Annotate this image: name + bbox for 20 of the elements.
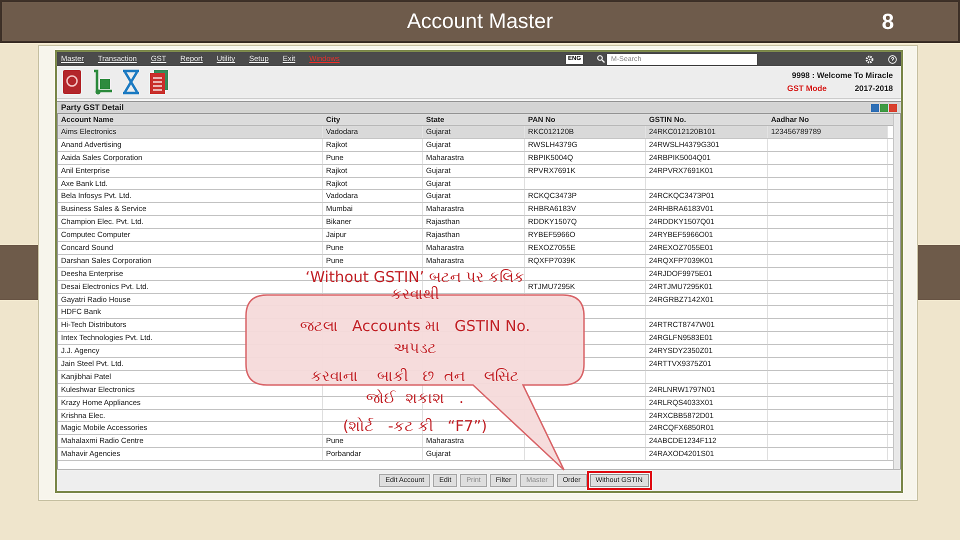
slide-title: Account Master [407, 8, 553, 35]
scrollbar[interactable] [893, 114, 900, 469]
settings-icon[interactable] [865, 54, 874, 64]
callout-text: (શોર્ટ -કટ કી “F7”) [342, 417, 488, 435]
callout-text: અપડટ [394, 339, 436, 357]
help-icon[interactable] [888, 54, 897, 64]
panel-title: Party GST Detail [61, 102, 125, 114]
book-icon[interactable] [61, 69, 83, 95]
gst-mode-label: GST Mode [787, 83, 827, 95]
close-button[interactable] [889, 104, 897, 112]
maximize-button[interactable] [880, 104, 888, 112]
document-list-icon[interactable] [149, 69, 169, 95]
hourglass-icon[interactable] [121, 69, 141, 95]
restore-button[interactable] [871, 104, 879, 112]
callout-text: જોઈ શકાશ . [366, 389, 464, 407]
page-number: 8 [882, 8, 894, 36]
welcome-text: 9998 : Welcome To Miracle [792, 70, 893, 82]
search-icon [597, 55, 605, 63]
hand-truck-icon[interactable] [91, 69, 113, 95]
financial-year: 2017-2018 [854, 83, 893, 95]
